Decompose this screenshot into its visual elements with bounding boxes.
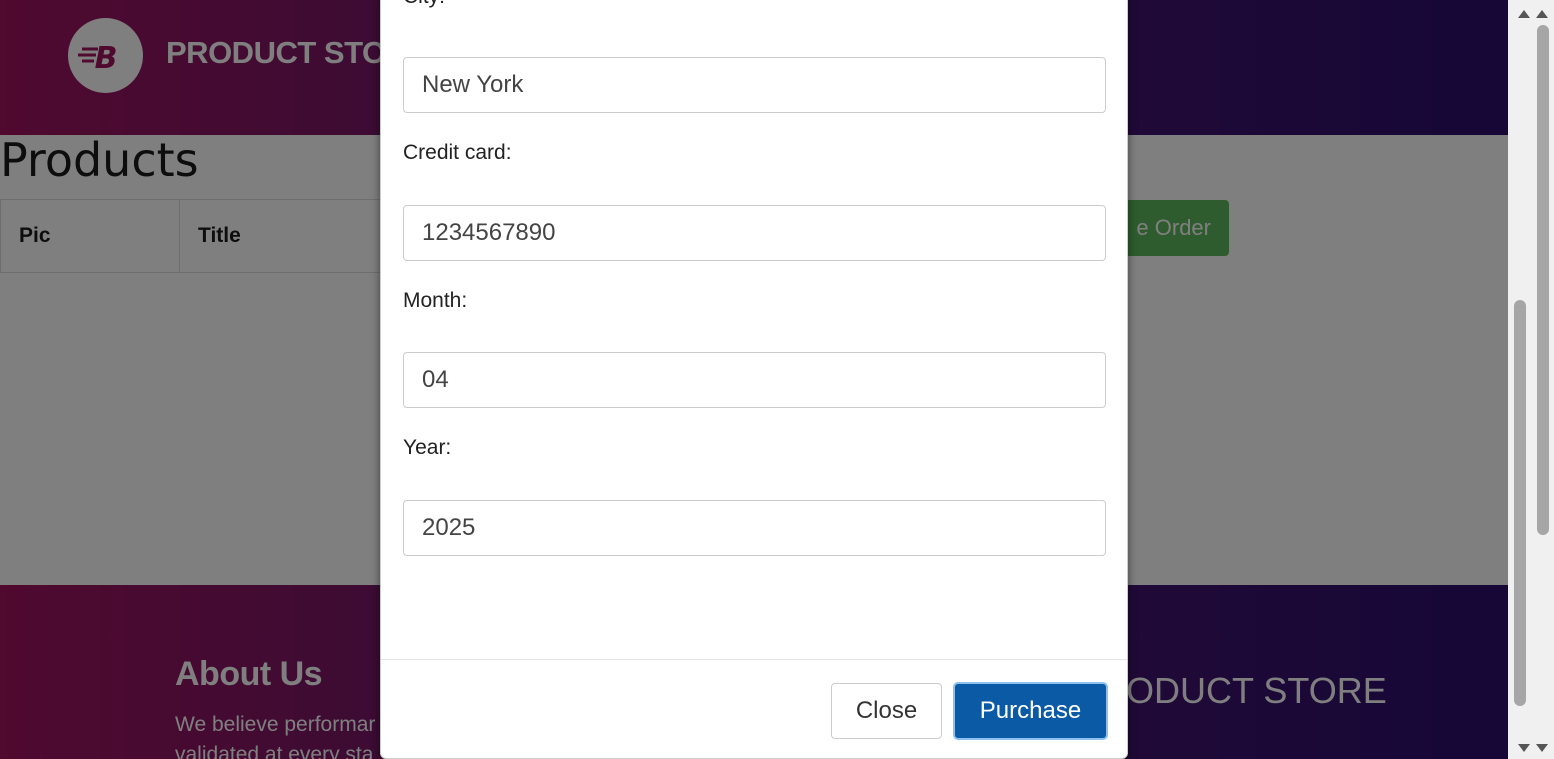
month-label: Month: bbox=[403, 289, 468, 312]
page-scroll-thumb[interactable] bbox=[1537, 25, 1549, 535]
year-input[interactable] bbox=[403, 500, 1106, 556]
credit-card-input[interactable] bbox=[403, 205, 1106, 261]
city-input[interactable] bbox=[403, 57, 1106, 113]
scroll-up-arrow-icon[interactable] bbox=[1512, 6, 1552, 20]
month-input[interactable] bbox=[403, 352, 1106, 408]
credit-card-label: Credit card: bbox=[403, 141, 512, 164]
modal-footer-divider bbox=[381, 659, 1127, 660]
scroll-down-arrow-icon[interactable] bbox=[1512, 740, 1552, 754]
purchase-button[interactable]: Purchase bbox=[953, 682, 1108, 740]
city-label: City: bbox=[403, 0, 445, 9]
year-label: Year: bbox=[403, 436, 452, 459]
modal-scroll-thumb[interactable] bbox=[1514, 300, 1526, 706]
place-order-modal: City: Credit card: Month: Year: Close Pu… bbox=[380, 0, 1128, 759]
close-button[interactable]: Close bbox=[831, 683, 942, 739]
page: B PRODUCT STORE Products al Pic Title e … bbox=[0, 0, 1508, 759]
